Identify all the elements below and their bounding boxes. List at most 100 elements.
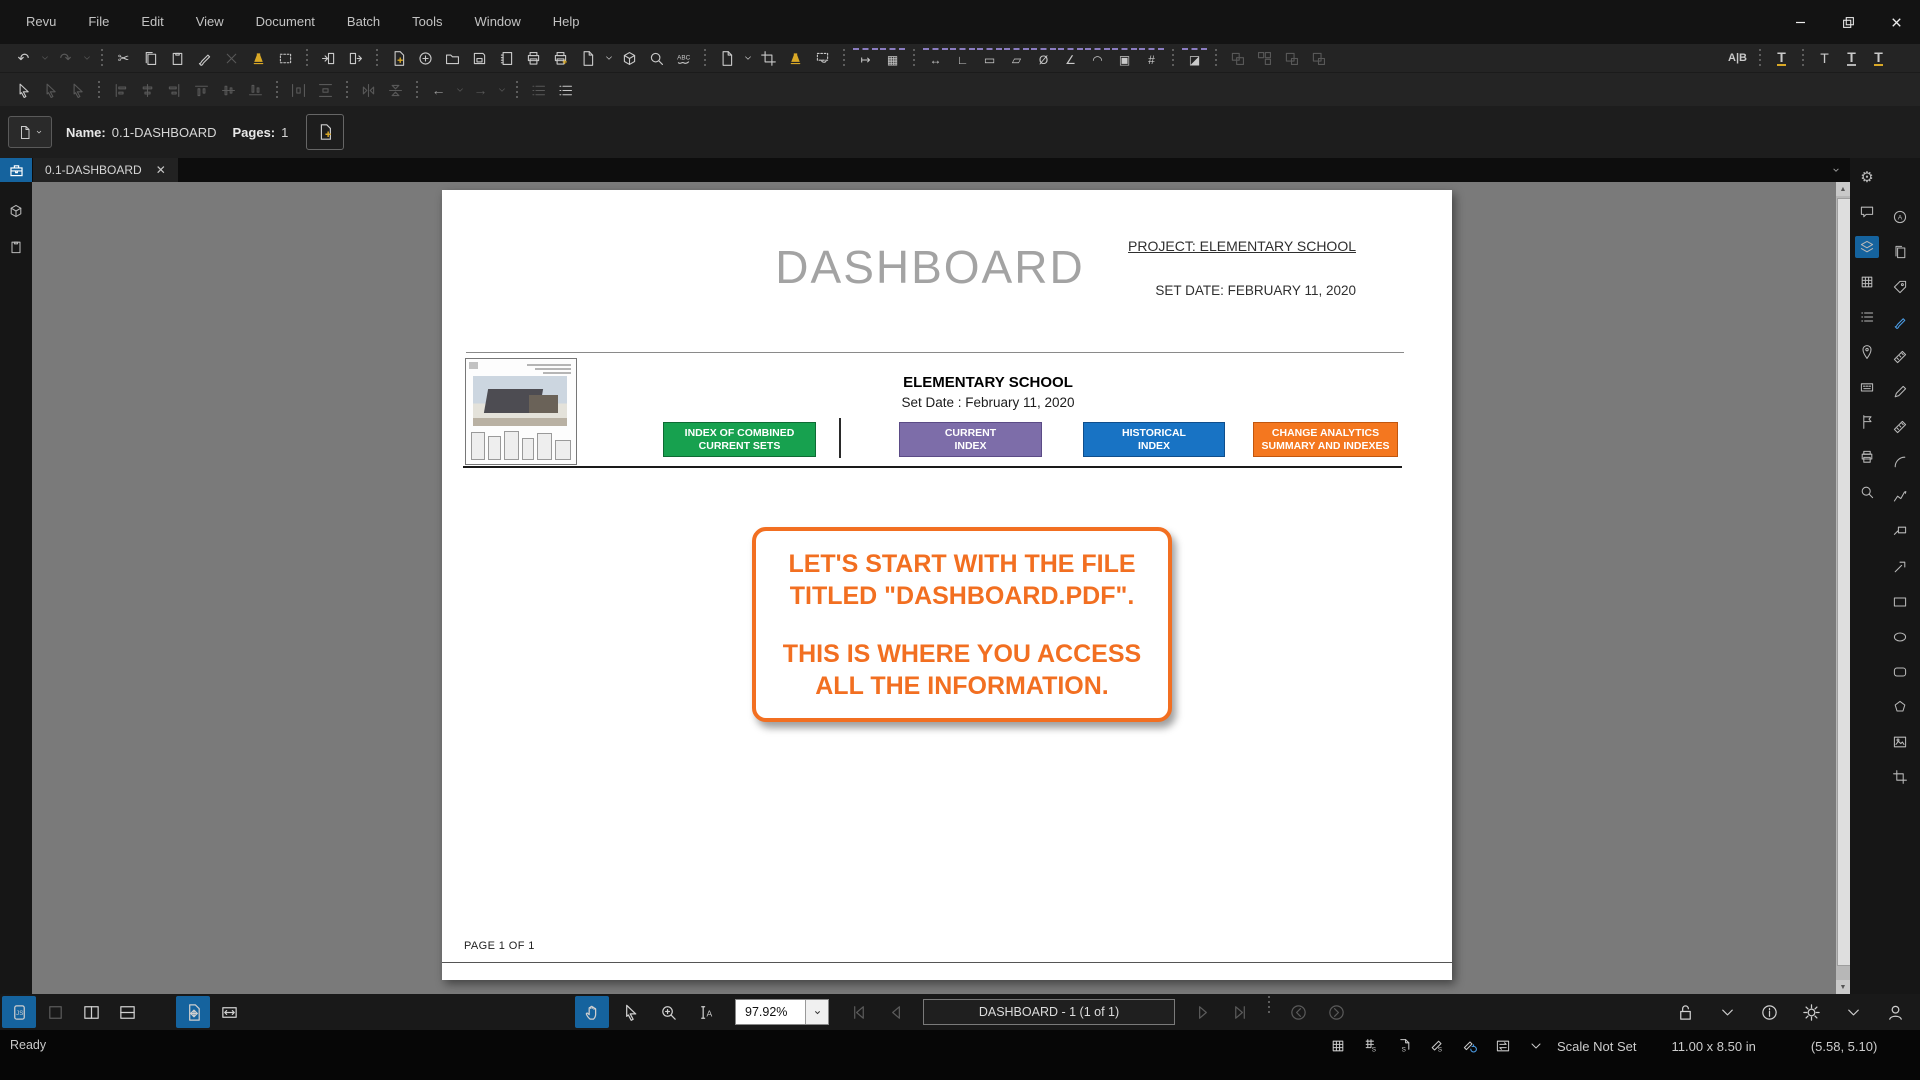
measure-polylength-icon[interactable]: ∟ bbox=[950, 47, 975, 69]
cut-icon[interactable]: ✂ bbox=[111, 47, 136, 69]
strikeout-text-icon[interactable]: T bbox=[1866, 47, 1891, 69]
previous-page-icon[interactable] bbox=[879, 996, 913, 1028]
flip-horizontal-icon[interactable] bbox=[356, 79, 381, 101]
create-pdf-icon[interactable] bbox=[413, 47, 438, 69]
menu-edit[interactable]: Edit bbox=[125, 0, 179, 44]
fit-width-icon[interactable] bbox=[212, 996, 246, 1028]
spellcheck-icon[interactable]: ABC bbox=[671, 47, 696, 69]
measure-cutout-icon[interactable]: ◪ bbox=[1182, 47, 1207, 69]
tab-list-chevron-icon[interactable] bbox=[1830, 164, 1842, 176]
menu-file[interactable]: File bbox=[72, 0, 125, 44]
page-template-menu-icon[interactable] bbox=[741, 47, 754, 69]
flags-icon[interactable] bbox=[1855, 411, 1879, 433]
scroll-up-icon[interactable]: ▲ bbox=[1836, 182, 1850, 196]
previous-markup-icon[interactable]: ← bbox=[426, 79, 451, 101]
first-page-icon[interactable] bbox=[841, 996, 875, 1028]
new-page-button[interactable] bbox=[306, 114, 345, 150]
split-horizontal-icon[interactable] bbox=[110, 996, 144, 1028]
pan-page-icon[interactable] bbox=[176, 996, 210, 1028]
print-summary-icon[interactable] bbox=[1855, 446, 1879, 468]
tags-icon[interactable] bbox=[1888, 276, 1912, 298]
viewports-icon[interactable]: ▦ bbox=[880, 47, 905, 69]
settings-icon[interactable]: ⚙ bbox=[1855, 166, 1879, 188]
page-indicator[interactable]: DASHBOARD - 1 (1 of 1) bbox=[923, 999, 1175, 1025]
align-center-icon[interactable] bbox=[135, 79, 160, 101]
compare-documents-icon[interactable]: A|B bbox=[1724, 47, 1751, 69]
single-page-view-icon[interactable] bbox=[38, 996, 72, 1028]
document-info-icon[interactable] bbox=[1752, 996, 1786, 1028]
crop-tool-icon[interactable] bbox=[1888, 766, 1912, 788]
menu-view[interactable]: View bbox=[180, 0, 240, 44]
zoom-chevron-icon[interactable] bbox=[805, 1000, 828, 1024]
polyline-tool-icon[interactable] bbox=[1888, 486, 1912, 508]
measure-area-icon[interactable]: ▱ bbox=[1004, 47, 1029, 69]
new-pdf-icon[interactable] bbox=[386, 47, 411, 69]
menu-help[interactable]: Help bbox=[537, 0, 596, 44]
current-index-button[interactable]: CURRENT INDEX bbox=[899, 422, 1042, 457]
insert-pages-icon[interactable] bbox=[316, 47, 341, 69]
form-fields-icon[interactable] bbox=[1855, 376, 1879, 398]
tab-close-icon[interactable]: ✕ bbox=[156, 164, 166, 176]
save-file-icon[interactable] bbox=[467, 47, 492, 69]
distribute-vertical-icon[interactable] bbox=[313, 79, 338, 101]
pdf-page[interactable]: DASHBOARD PROJECT: ELEMENTARY SCHOOL SET… bbox=[442, 190, 1452, 980]
rectangle-tool-icon[interactable] bbox=[1888, 591, 1912, 613]
menu-revu[interactable]: Revu bbox=[10, 0, 72, 44]
select-icon[interactable] bbox=[11, 79, 36, 101]
cover-sheet-thumbnail[interactable] bbox=[465, 358, 577, 465]
menu-document[interactable]: Document bbox=[240, 0, 331, 44]
places-icon[interactable] bbox=[1855, 341, 1879, 363]
brightness-icon[interactable] bbox=[1794, 996, 1828, 1028]
index-of-combined-current-sets-button[interactable]: INDEX OF COMBINED CURRENT SETS bbox=[663, 422, 816, 457]
delete-icon[interactable] bbox=[219, 47, 244, 69]
hatch-pattern-icon[interactable] bbox=[526, 79, 551, 101]
typewriter-text-icon[interactable]: T bbox=[1812, 47, 1837, 69]
paste-icon[interactable] bbox=[165, 47, 190, 69]
group-icon[interactable] bbox=[1225, 47, 1250, 69]
search-icon[interactable] bbox=[644, 47, 669, 69]
previous-view-icon[interactable] bbox=[1281, 996, 1315, 1028]
open-file-icon[interactable] bbox=[440, 47, 465, 69]
flip-vertical-icon[interactable] bbox=[383, 79, 408, 101]
document-viewport[interactable]: DASHBOARD PROJECT: ELEMENTARY SCHOOL SET… bbox=[32, 182, 1851, 994]
distribute-horizontal-icon[interactable] bbox=[286, 79, 311, 101]
flatten-icon[interactable] bbox=[246, 47, 271, 69]
reuse-markup-icon[interactable]: S bbox=[1392, 1035, 1416, 1057]
print-icon[interactable] bbox=[521, 47, 546, 69]
align-right-icon[interactable] bbox=[162, 79, 187, 101]
scale-menu-icon[interactable] bbox=[1524, 1035, 1548, 1057]
thumbnails-icon[interactable] bbox=[1855, 271, 1879, 293]
studio-binder-icon[interactable] bbox=[494, 47, 519, 69]
format-painter-icon[interactable] bbox=[192, 47, 217, 69]
measure-radius-icon[interactable]: ◠ bbox=[1085, 47, 1110, 69]
select-text-tool-icon[interactable]: A bbox=[689, 996, 723, 1028]
ellipse-tool-icon[interactable] bbox=[1888, 626, 1912, 648]
batch-print-icon[interactable] bbox=[548, 47, 573, 69]
redo-icon[interactable]: ↷ bbox=[53, 47, 78, 69]
marker-tool-icon[interactable] bbox=[1888, 311, 1912, 333]
arc-tool-icon[interactable] bbox=[1888, 451, 1912, 473]
measure-count-icon[interactable]: # bbox=[1139, 47, 1164, 69]
restore-button[interactable] bbox=[1824, 0, 1872, 44]
measure-volume-icon[interactable]: ▣ bbox=[1112, 47, 1137, 69]
next-page-icon[interactable] bbox=[1185, 996, 1219, 1028]
pan-tool-icon[interactable] bbox=[575, 996, 609, 1028]
vertical-scrollbar[interactable]: ▲ ▼ bbox=[1836, 182, 1851, 994]
next-view-icon[interactable] bbox=[1319, 996, 1353, 1028]
historical-index-button[interactable]: HISTORICAL INDEX bbox=[1083, 422, 1225, 457]
highlight-text-icon[interactable]: T bbox=[1769, 47, 1794, 69]
minimize-button[interactable] bbox=[1776, 0, 1824, 44]
show-grid-icon[interactable] bbox=[1326, 1035, 1350, 1057]
flatten-markups-icon[interactable] bbox=[783, 47, 808, 69]
menu-tools[interactable]: Tools bbox=[396, 0, 458, 44]
next-markup-icon[interactable]: → bbox=[468, 79, 493, 101]
properties-icon[interactable]: A bbox=[1888, 206, 1912, 228]
select-tool-icon[interactable] bbox=[613, 996, 647, 1028]
align-middle-icon[interactable] bbox=[216, 79, 241, 101]
line-weight-icon[interactable] bbox=[553, 79, 578, 101]
undo-menu-icon[interactable] bbox=[38, 47, 51, 69]
previous-markup-menu-icon[interactable] bbox=[453, 79, 466, 101]
zoom-tool-icon[interactable] bbox=[651, 996, 685, 1028]
tool-chest-icon[interactable] bbox=[4, 200, 28, 222]
polygon-tool-icon[interactable] bbox=[1888, 696, 1912, 718]
